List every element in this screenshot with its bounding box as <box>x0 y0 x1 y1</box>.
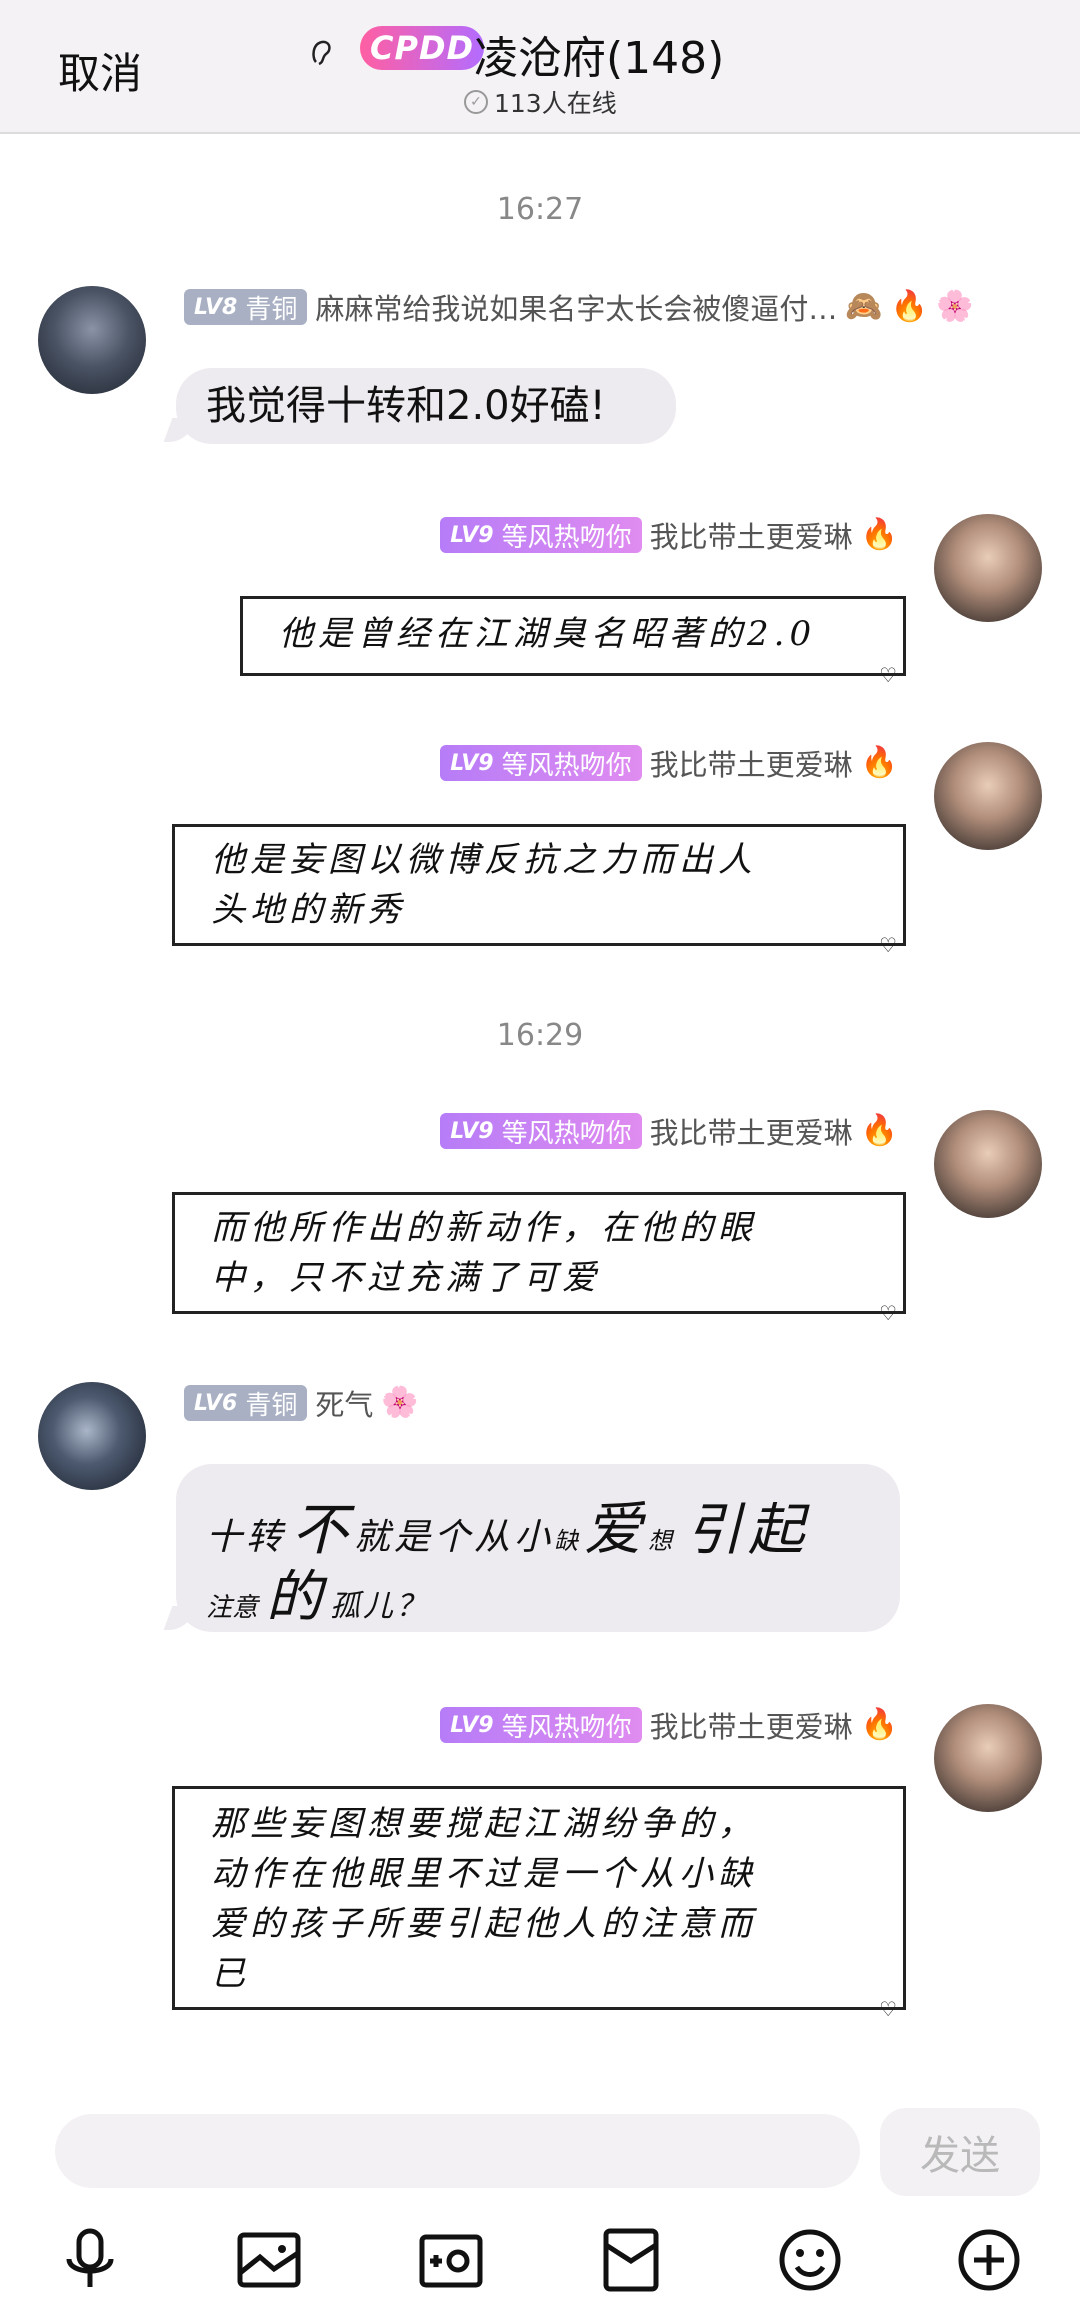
mic-icon[interactable] <box>55 2225 125 2295</box>
text-segment: 爱 <box>584 1495 643 1563</box>
timestamp: 16:29 <box>496 1018 584 1053</box>
message-line: 中，只不过充满了可爱 <box>211 1258 601 1298</box>
level-label: LV9 <box>450 1118 494 1144</box>
message-line: 头地的新秀 <box>211 890 406 930</box>
message-bubble[interactable]: 他是妄图以微博反抗之力而出人 头地的新秀 <box>172 824 906 957</box>
level-label: LV9 <box>450 1712 494 1738</box>
timestamp: 16:27 <box>496 192 584 227</box>
avatar[interactable] <box>38 286 146 394</box>
check-circle-icon: ✓ <box>464 90 488 114</box>
message-line: 而他所作出的新动作，在他的眼 <box>211 1208 757 1248</box>
red-packet-icon[interactable] <box>596 2225 666 2295</box>
monkey-badge-icon: 🙈 <box>845 289 883 324</box>
avatar[interactable] <box>934 1110 1042 1218</box>
message-line: 动作在他眼里不过是一个从小缺 <box>211 1854 757 1894</box>
message-bubble[interactable]: 那些妄图想要搅起江湖纷争的， 动作在他眼里不过是一个从小缺 爱的孩子所要引起他人… <box>172 1786 906 2021</box>
sender-name[interactable]: 我比带土更爱琳 <box>650 1110 853 1152</box>
level-badge: LV9 等风热吻你 <box>440 745 642 781</box>
message-line: 那些妄图想要搅起江湖纷争的， <box>211 1804 757 1844</box>
sender-row: LV9 等风热吻你 我比带土更爱琳 🔥 <box>380 1111 898 1151</box>
rank-label: 等风热吻你 <box>501 1118 632 1149</box>
fire-badge-icon: 🔥 <box>860 1707 898 1742</box>
message-bubble[interactable]: 而他所作出的新动作，在他的眼 中，只不过充满了可爱 <box>172 1192 906 1325</box>
text-segment: 缺 <box>554 1527 579 1555</box>
sender-name[interactable]: 麻麻常给我说如果名字太长会被傻逼付… <box>315 286 837 328</box>
camera-icon[interactable] <box>416 2225 486 2295</box>
sender-row: LV8 青铜 麻麻常给我说如果名字太长会被傻逼付… 🙈 🔥 🌸 <box>184 287 973 327</box>
fire-badge-icon: 🔥 <box>890 289 929 324</box>
text-segment: 引起 <box>686 1498 811 1563</box>
rank-label: 青铜 <box>245 294 298 325</box>
level-badge: LV6 青铜 <box>184 1385 308 1421</box>
brand-logo: CPDD <box>360 26 485 70</box>
message-line: 已 <box>211 1954 250 1994</box>
flower-badge-icon: 🌸 <box>381 1385 419 1420</box>
text-segment: 孤儿？ <box>330 1589 430 1624</box>
send-button[interactable]: 发送 <box>880 2108 1040 2196</box>
message-bubble[interactable]: 他是曾经在江湖臭名昭著的2.0 <box>240 596 906 687</box>
rank-label: 青铜 <box>245 1390 298 1421</box>
image-icon[interactable] <box>234 2225 304 2295</box>
online-status: ✓ 113人在线 <box>464 84 617 120</box>
sender-row: LV9 等风热吻你 我比带土更爱琳 🔥 <box>380 515 898 555</box>
message-input[interactable] <box>55 2114 860 2188</box>
message-bubble[interactable]: 我觉得十转和2.0好磕! <box>176 368 676 444</box>
text-segment: 的 <box>266 1565 323 1630</box>
sender-name[interactable]: 我比带土更爱琳 <box>650 514 853 556</box>
message-line: 他是妄图以微博反抗之力而出人 <box>211 840 757 880</box>
level-label: LV6 <box>194 1390 238 1416</box>
rank-label: 等风热吻你 <box>501 750 632 781</box>
message-line: 爱的孩子所要引起他人的注意而 <box>211 1904 757 1944</box>
level-badge: LV8 青铜 <box>184 289 308 325</box>
text-segment: 就是个从小 <box>354 1517 555 1558</box>
rank-label: 等风热吻你 <box>501 522 632 553</box>
level-badge: LV9 等风热吻你 <box>440 517 642 553</box>
sender-name[interactable]: 死气 <box>315 1382 373 1424</box>
level-label: LV8 <box>194 294 238 320</box>
level-badge: LV9 等风热吻你 <box>440 1707 642 1743</box>
fire-badge-icon: 🔥 <box>860 517 898 552</box>
sender-row: LV6 青铜 死气 🌸 <box>184 1383 419 1423</box>
flower-badge-icon: 🌸 <box>936 289 974 324</box>
level-badge: LV9 等风热吻你 <box>440 1113 642 1149</box>
message-line: 十转 不 就是个从小 缺 爱 想 引起 <box>206 1482 876 1563</box>
sender-row: LV9 等风热吻你 我比带土更爱琳 🔥 <box>380 1705 898 1745</box>
online-count: 113人在线 <box>494 89 617 118</box>
text-segment: 想 <box>648 1527 673 1555</box>
avatar[interactable] <box>934 1704 1042 1812</box>
sender-name[interactable]: 我比带土更爱琳 <box>650 1704 853 1746</box>
sender-name[interactable]: 我比带土更爱琳 <box>650 742 853 784</box>
plus-icon[interactable] <box>954 2225 1024 2295</box>
rank-label: 等风热吻你 <box>501 1712 632 1743</box>
ear-icon[interactable] <box>308 34 336 70</box>
avatar[interactable] <box>934 742 1042 850</box>
cancel-button[interactable]: 取消 <box>58 40 142 101</box>
chat-header: 取消 CPDD 凌沧府(148) ✓ 113人在线 <box>0 0 1080 134</box>
message-text: 他是曾经在江湖臭名昭著的2.0 <box>279 614 817 654</box>
group-title[interactable]: 凌沧府(148) <box>474 22 724 86</box>
message-bubble[interactable]: 十转 不 就是个从小 缺 爱 想 引起 注意 的 孤儿？ <box>176 1464 900 1632</box>
avatar[interactable] <box>934 514 1042 622</box>
level-label: LV9 <box>450 522 494 548</box>
sender-row: LV9 等风热吻你 我比带土更爱琳 🔥 <box>380 743 898 783</box>
level-label: LV9 <box>450 750 494 776</box>
text-segment: 注意 <box>206 1593 259 1623</box>
fire-badge-icon: 🔥 <box>860 1113 898 1148</box>
avatar[interactable] <box>38 1382 146 1490</box>
message-text: 我觉得十转和2.0好磕! <box>206 383 606 429</box>
fire-badge-icon: 🔥 <box>860 745 898 780</box>
emoji-icon[interactable] <box>775 2225 845 2295</box>
